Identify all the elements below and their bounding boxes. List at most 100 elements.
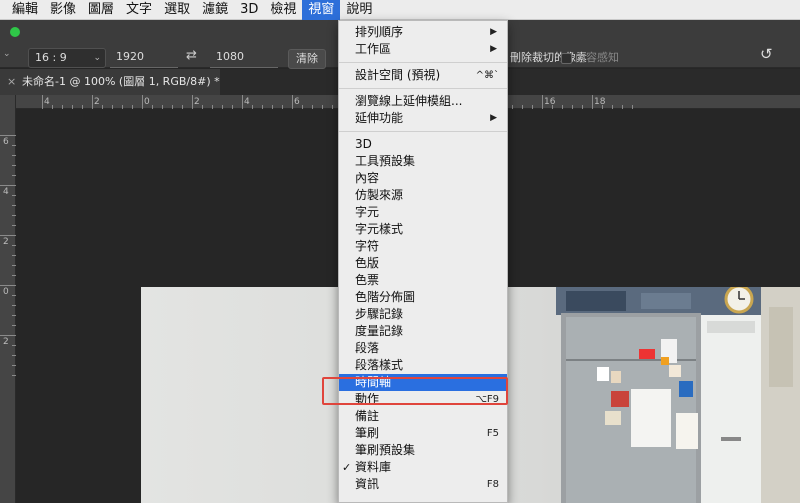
menu-window[interactable]: 視窗 [302, 0, 341, 20]
ruler-tick [0, 185, 16, 186]
ruler-tick [592, 95, 593, 109]
ruler-minor-tick [12, 155, 16, 156]
ratio-select[interactable]: 16 : 9 ⌄ [28, 48, 106, 68]
ruler-minor-tick [12, 145, 16, 146]
menu-item-label: 仿製來源 [355, 188, 404, 202]
ruler-minor-tick [12, 295, 16, 296]
ruler-tick [92, 95, 93, 109]
tool-preset-chevron-icon[interactable]: ⌄ [3, 44, 11, 64]
ruler-label: 2 [3, 337, 9, 347]
ruler-minor-tick [62, 105, 63, 109]
menu-item[interactable]: 排列順序 ▶ [339, 24, 507, 41]
menu-item[interactable]: 備註 [339, 408, 507, 425]
menu-select[interactable]: 選取 [158, 0, 196, 20]
menu-bar: 編輯 影像 圖層 文字 選取 濾鏡 3D 檢視 視窗 說明 [0, 0, 800, 20]
menu-item[interactable]: 步驟記錄 [339, 306, 507, 323]
menu-item-label: 筆刷 [355, 426, 380, 440]
menu-item[interactable]: 筆刷 F5 [339, 425, 507, 442]
menu-item[interactable]: 3D [339, 136, 507, 153]
ruler-label: 2 [3, 237, 9, 247]
menu-item[interactable]: 度量記錄 [339, 323, 507, 340]
ruler-minor-tick [322, 105, 323, 109]
height-input[interactable]: 1080 [210, 48, 278, 68]
swap-icon[interactable]: ⇄ [186, 46, 197, 66]
ruler-minor-tick [102, 105, 103, 109]
menu-item[interactable]: 字元 [339, 204, 507, 221]
ruler-label: 4 [244, 97, 250, 107]
menu-item-shortcut: F8 [486, 479, 499, 490]
ruler-minor-tick [302, 105, 303, 109]
menu-item[interactable]: 內容 [339, 170, 507, 187]
menu-item-label: 備註 [355, 409, 380, 423]
menu-item[interactable]: ✓ 資料庫 [339, 459, 507, 476]
ruler-minor-tick [12, 265, 16, 266]
menu-item-label: 段落樣式 [355, 358, 404, 372]
width-input[interactable]: 1920 [110, 48, 178, 68]
menu-item[interactable]: 色階分佈圖 [339, 289, 507, 306]
ruler-tick [292, 95, 293, 109]
menu-item-label: 延伸功能 [355, 111, 404, 125]
document-tab[interactable]: × 未命名-1 @ 100% (圖層 1, RGB/8#) * [0, 69, 220, 95]
ruler-minor-tick [222, 105, 223, 109]
ruler-minor-tick [252, 105, 253, 109]
menu-item[interactable]: 字元樣式 [339, 221, 507, 238]
menu-item[interactable]: 設計空間 (預視) ^⌘` [339, 67, 507, 84]
clear-button[interactable]: 清除 [288, 49, 326, 69]
menu-item[interactable]: 色票 [339, 272, 507, 289]
menu-separator [339, 88, 507, 89]
ruler-minor-tick [152, 105, 153, 109]
window-menu-dropdown: 排列順序 ▶ 工作區 ▶ 設計空間 (預視) ^⌘` 瀏覽線上延伸模組... 延伸功能 ▶ 3D 工… [338, 20, 508, 503]
ruler-minor-tick [612, 105, 613, 109]
menu-item[interactable]: 色版 [339, 255, 507, 272]
menu-item[interactable]: 延伸功能 ▶ [339, 110, 507, 127]
menu-item[interactable]: 仿製來源 [339, 187, 507, 204]
ruler-tick [192, 95, 193, 109]
photoshop-window: 編輯 影像 圖層 文字 選取 濾鏡 3D 檢視 視窗 說明 ⌄ 16 : 9 ⌄… [0, 0, 800, 503]
menu-item-label: 色階分佈圖 [355, 290, 416, 304]
ruler-minor-tick [12, 205, 16, 206]
menu-item[interactable]: 瀏覽線上延伸模組... [339, 93, 507, 110]
menu-3d[interactable]: 3D [234, 0, 264, 20]
ruler-minor-tick [12, 345, 16, 346]
ruler-minor-tick [562, 105, 563, 109]
menu-help[interactable]: 說明 [340, 0, 378, 20]
menu-item[interactable]: 字符 [339, 238, 507, 255]
menu-view[interactable]: 檢視 [264, 0, 302, 20]
menu-layer[interactable]: 圖層 [82, 0, 120, 20]
reset-icon[interactable]: ↺ [760, 44, 773, 64]
ruler-minor-tick [12, 165, 16, 166]
document-title: 未命名-1 @ 100% (圖層 1, RGB/8#) * [22, 75, 220, 88]
ratio-value: 16 : 9 [35, 51, 67, 64]
menu-filter[interactable]: 濾鏡 [196, 0, 234, 20]
ruler-minor-tick [12, 305, 16, 306]
ruler-minor-tick [232, 105, 233, 109]
menu-item[interactable]: 工具預設集 [339, 153, 507, 170]
menu-item-label: 工具預設集 [355, 154, 416, 168]
menu-item-label: 字符 [355, 239, 380, 253]
content-aware-label: 內容感知 [575, 51, 619, 64]
ruler-minor-tick [522, 105, 523, 109]
menu-item-label: 度量記錄 [355, 324, 404, 338]
ruler-tick [0, 135, 16, 136]
ruler-minor-tick [162, 105, 163, 109]
menu-edit[interactable]: 編輯 [6, 0, 44, 20]
menu-item[interactable]: 工作區 ▶ [339, 41, 507, 58]
ruler-minor-tick [122, 105, 123, 109]
ruler-minor-tick [202, 105, 203, 109]
content-aware-checkbox[interactable] [561, 53, 572, 64]
menu-item[interactable]: 段落樣式 [339, 357, 507, 374]
menu-item[interactable]: 筆刷預設集 [339, 442, 507, 459]
ruler-minor-tick [112, 105, 113, 109]
menu-type[interactable]: 文字 [120, 0, 158, 20]
window-zoom-icon[interactable] [10, 27, 20, 37]
ruler-tick [242, 95, 243, 109]
menu-item[interactable]: 段落 [339, 340, 507, 357]
menu-image[interactable]: 影像 [44, 0, 82, 20]
ruler-minor-tick [12, 225, 16, 226]
ruler-minor-tick [12, 365, 16, 366]
menu-item[interactable]: 資訊 F8 [339, 476, 507, 493]
menu-item-label: 排列順序 [355, 25, 404, 39]
ruler-minor-tick [12, 315, 16, 316]
close-icon[interactable]: × [7, 69, 16, 95]
ruler-minor-tick [512, 105, 513, 109]
